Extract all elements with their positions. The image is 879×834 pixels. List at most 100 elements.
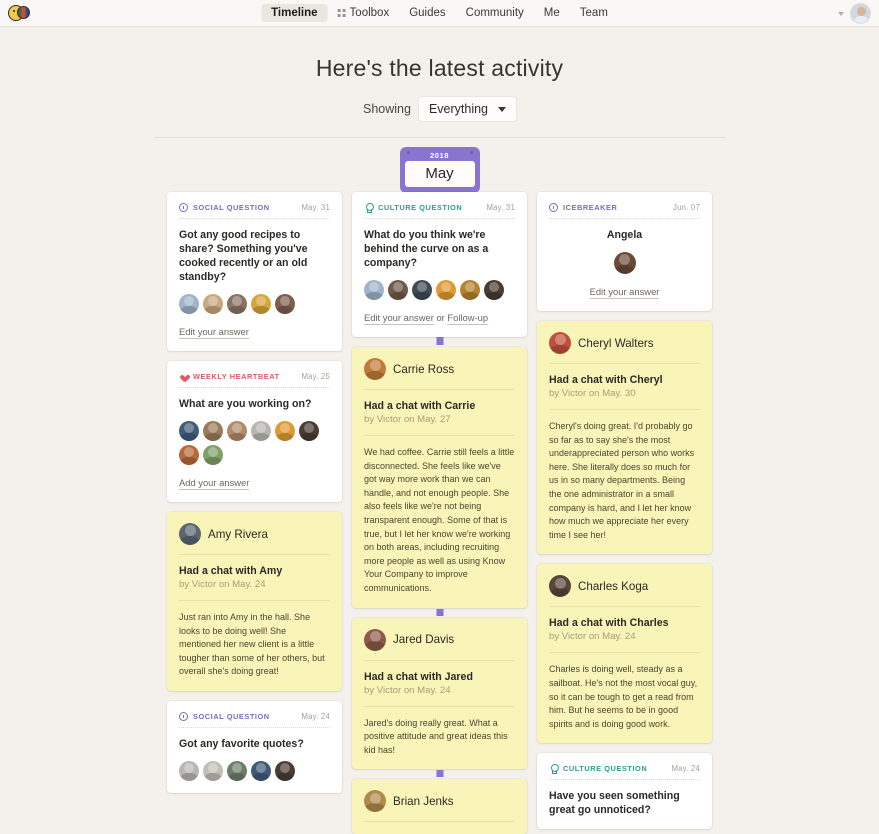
avatar[interactable] <box>275 421 295 441</box>
timeline-column-1: SOCIAL QUESTION May. 31 Got any good recip… <box>167 192 342 793</box>
avatar[interactable] <box>364 628 386 651</box>
avatar[interactable] <box>364 790 386 813</box>
timeline-year: 2018 <box>429 151 450 160</box>
note-person: Charles Koga <box>549 575 700 608</box>
avatar[interactable] <box>203 421 223 441</box>
month-sign: 2018 May <box>399 147 480 193</box>
smiley-logo-icon[interactable] <box>8 5 32 21</box>
card-kind: CULTURE QUESTION <box>364 203 462 213</box>
page-header: Here's the latest activity Showing Every… <box>0 27 879 138</box>
avatar[interactable] <box>275 760 295 781</box>
edit-answer-link[interactable]: Edit your answer <box>179 326 249 339</box>
avatar[interactable] <box>436 280 456 300</box>
person-name: Amy Rivera <box>208 527 268 541</box>
avatar[interactable] <box>203 445 223 465</box>
avatar[interactable] <box>227 760 247 781</box>
timeline-column-3: ICEBREAKER Jun. 07 Angela Edit your answer C… <box>537 192 712 830</box>
edit-answer-link[interactable]: Add your answer <box>179 477 250 490</box>
clock-icon <box>179 203 188 212</box>
note-person: Carrie Ross <box>364 358 515 390</box>
person-name: Cheryl Walters <box>578 336 654 350</box>
card-date: May. 24 <box>301 711 330 721</box>
avatar[interactable] <box>251 760 271 781</box>
avatar-group <box>179 421 330 465</box>
nav-link-label: Community <box>465 7 524 19</box>
note-body: We had coffee. Carrie still feels a litt… <box>364 447 515 593</box>
nav-link-community[interactable]: Community <box>456 4 534 22</box>
avatar[interactable] <box>549 575 571 598</box>
avatar[interactable] <box>412 280 432 300</box>
filter-select[interactable]: Everything <box>418 97 516 121</box>
avatar[interactable] <box>613 252 636 274</box>
avatar[interactable] <box>203 760 223 781</box>
card-date: May. 31 <box>486 203 515 212</box>
avatar[interactable] <box>251 421 271 441</box>
clock-icon <box>179 711 188 721</box>
note-byline: by Victor on May. 24 <box>179 579 330 601</box>
avatar[interactable] <box>179 421 199 441</box>
question-card: SOCIAL QUESTION May. 31 Got any good recip… <box>167 192 342 351</box>
card-header: SOCIAL QUESTION May. 31 <box>179 203 330 219</box>
card-header: CULTURE QUESTION May. 31 <box>364 203 515 219</box>
card-header: WEEKLY HEARTBEAT May. 25 <box>179 372 330 388</box>
note-byline: by Victor on May. 30 <box>549 388 700 410</box>
nav-link-me[interactable]: Me <box>534 4 570 22</box>
avatar[interactable] <box>460 280 480 300</box>
nav-link-guides[interactable]: Guides <box>399 4 455 22</box>
avatar[interactable] <box>850 3 871 24</box>
avatar[interactable] <box>179 294 199 314</box>
avatar[interactable] <box>203 294 223 314</box>
follow-up-link[interactable]: Follow-up <box>447 312 489 325</box>
avatar[interactable] <box>275 294 295 314</box>
sign-bolt-left-icon <box>406 151 410 154</box>
avatar[interactable] <box>549 332 571 354</box>
card-kind: WEEKLY HEARTBEAT <box>179 372 280 381</box>
avatar[interactable] <box>179 760 199 781</box>
nav-link-toolbox[interactable]: Toolbox <box>328 4 400 22</box>
chat-note-card: Charles Koga Had a chat with Charles by Vi… <box>537 564 712 744</box>
person-name: Jared Davis <box>393 633 455 647</box>
avatar[interactable] <box>484 280 504 300</box>
logo-badge-icon <box>17 6 30 19</box>
person-name: Charles Koga <box>578 579 649 593</box>
nav-link-label: Guides <box>409 7 446 19</box>
question-text: Have you seen something great go unnotic… <box>549 790 680 817</box>
timeline-connector-dot <box>436 608 443 616</box>
avatar-group <box>549 252 700 274</box>
nav-link-timeline[interactable]: Timeline <box>261 4 328 22</box>
edit-answer-link[interactable]: Edit your answer <box>589 286 660 299</box>
avatar[interactable] <box>299 421 319 441</box>
timeline-month: May <box>404 161 475 187</box>
card-kind-label: WEEKLY HEARTBEAT <box>193 372 280 381</box>
avatar[interactable] <box>179 445 199 465</box>
card-date: May. 24 <box>671 764 700 774</box>
note-person: Cheryl Walters <box>549 332 700 364</box>
avatar[interactable] <box>251 294 271 314</box>
avatar[interactable] <box>364 358 386 380</box>
chat-note-card: Carrie Ross Had a chat with Carrie by Vict… <box>352 338 527 608</box>
note-byline: by Victor on May. 24 <box>364 685 515 707</box>
account-chevron-down-icon[interactable] <box>838 11 844 16</box>
question-text: What do you think we're behind the curve… <box>364 229 489 269</box>
showing-label: Showing <box>362 102 411 116</box>
edit-answer-link[interactable]: Edit your answer <box>364 312 434 325</box>
card-kind-label: ICEBREAKER <box>563 203 618 212</box>
showing-filter-row: Showing Everything <box>0 97 879 121</box>
note-title: Had a chat with Cheryl <box>549 374 663 386</box>
avatar[interactable] <box>227 294 247 314</box>
avatar-group <box>364 280 515 300</box>
nav-account-area <box>838 0 871 27</box>
chat-note-card: Jared Davis Had a chat with Jared by Victo… <box>352 608 527 770</box>
card-links: Edit your answer <box>549 286 700 299</box>
nav-links: Timeline Toolbox Guides Community Me Team <box>261 4 618 22</box>
avatar[interactable] <box>179 523 201 545</box>
avatar[interactable] <box>227 421 247 441</box>
avatar[interactable] <box>364 280 384 300</box>
sign-bolt-right-icon <box>469 151 473 154</box>
nav-link-team[interactable]: Team <box>570 4 618 22</box>
card-header: ICEBREAKER Jun. 07 <box>549 203 700 219</box>
avatar[interactable] <box>388 280 408 300</box>
avatar-group <box>179 294 330 314</box>
nav-link-label: Team <box>579 7 608 19</box>
chat-note-card: Brian Jenks <box>352 770 527 834</box>
